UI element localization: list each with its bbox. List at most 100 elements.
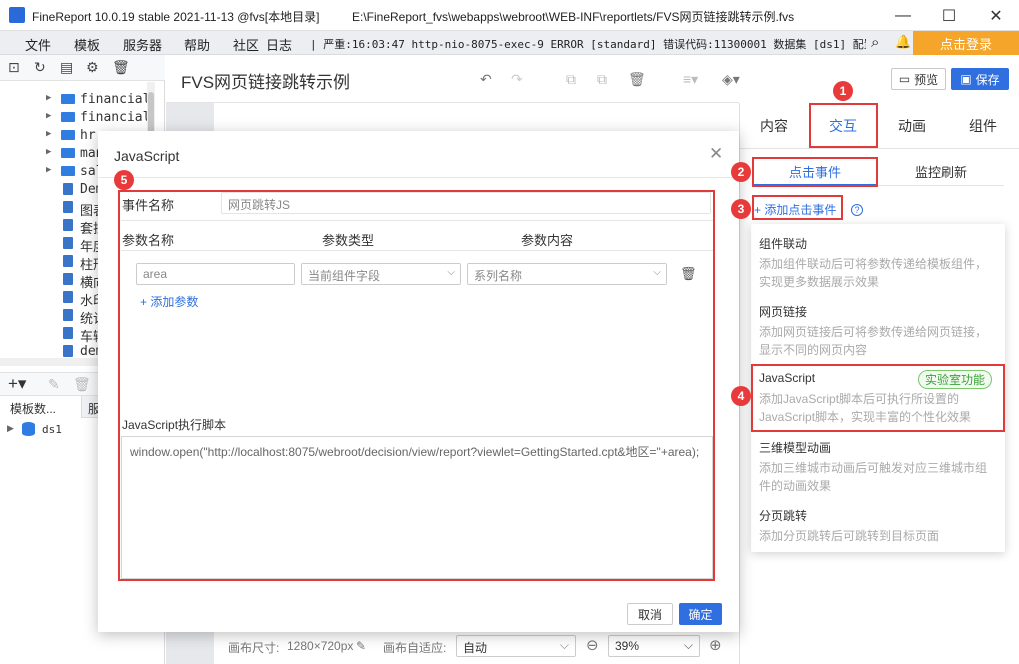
edit-icon[interactable]: ✎ (48, 376, 60, 393)
event-desc-web-link: 添加网页链接后可将参数传递给网页链接，显示不同的网页内容 (759, 325, 988, 357)
preview-button[interactable]: ▭ 预览 (891, 68, 946, 90)
save-label: 保存 (975, 72, 1000, 87)
search-icon[interactable]: ⌕ (871, 34, 879, 51)
expand-arrow-icon[interactable]: ▶ (46, 147, 51, 157)
document-title: FVS网页链接跳转示例 (181, 73, 351, 92)
delete-icon[interactable]: 🗑 (112, 59, 130, 76)
subtab-monitor-refresh[interactable]: 监控刷新 (878, 158, 1004, 186)
template-icon[interactable]: ▤ (60, 59, 73, 76)
cancel-button[interactable]: 取消 (627, 603, 673, 625)
database-icon (22, 422, 35, 436)
expand-arrow-icon[interactable]: ▶ (46, 129, 51, 139)
maximize-button[interactable]: ☐ (926, 0, 972, 31)
edit-size-icon[interactable]: ✎ (356, 639, 366, 653)
notification-bell-icon[interactable]: 🔔 (895, 34, 911, 50)
highlight-click-event (752, 157, 878, 187)
event-title-web-link[interactable]: 网页链接 (759, 303, 807, 320)
report-file-icon (63, 309, 73, 321)
report-file-icon (63, 327, 73, 339)
report-file-icon (63, 291, 73, 303)
tree-item-label: financial2 (80, 110, 147, 125)
highlight-add-event (752, 195, 843, 220)
folder-icon (61, 166, 75, 176)
close-window-button[interactable]: ✕ (973, 0, 1019, 31)
menu-bar: 文件 模板 服务器 帮助 社区 日志 | 严重:16:03:47 http-ni… (0, 31, 1019, 55)
report-file-icon (63, 201, 73, 213)
tree-item-label: hr (80, 128, 96, 143)
delete-widget-icon[interactable]: 🗑 (628, 71, 646, 88)
ok-button[interactable]: 确定 (679, 603, 722, 625)
highlight-interaction-tab (809, 103, 878, 148)
save-button[interactable]: ▣ 保存 (951, 68, 1009, 90)
preview-label: 预览 (914, 72, 939, 87)
highlight-javascript-option (751, 364, 1005, 432)
tab-component[interactable]: 组件 (947, 103, 1019, 149)
menu-server[interactable]: 服务器 (123, 35, 162, 54)
canvas-status-bar: 画布尺寸: 1280×720px ✎ 画布自适应: 自动 ⌵ ⊖ 39% ⌵ ⊕ (214, 630, 739, 664)
help-icon[interactable]: ? (851, 204, 863, 216)
tab-template-dataset[interactable]: 模板数... (0, 396, 82, 418)
canvas-adapt-value: 自动 (463, 641, 488, 655)
redo-icon[interactable]: ↷ (511, 71, 523, 88)
tree-item[interactable]: ▶ financial (0, 90, 147, 108)
title-bar: FineReport 10.0.19 stable 2021-11-13 @fv… (0, 0, 1019, 31)
login-button[interactable]: 点击登录 (913, 31, 1019, 55)
minimize-button[interactable]: — (880, 0, 926, 31)
tree-item-label: financial (80, 92, 147, 107)
event-desc-page-jump: 添加分页跳转后可跳转到目标页面 (759, 529, 940, 543)
expand-arrow-icon[interactable]: ▶ (7, 423, 14, 434)
zoom-out-icon[interactable]: ⊖ (586, 636, 599, 654)
menu-help[interactable]: 帮助 (184, 35, 210, 54)
expand-arrow-icon[interactable]: ▶ (46, 93, 51, 103)
add-dataset-icon[interactable]: +▾ (8, 374, 26, 394)
report-file-icon (63, 183, 73, 195)
event-title-linkage[interactable]: 组件联动 (759, 235, 807, 252)
window-title: FineReport 10.0.19 stable 2021-11-13 @fv… (32, 10, 320, 24)
event-title-3d-animation[interactable]: 三维模型动画 (759, 439, 831, 456)
tree-item[interactable]: ▶ financial2 (0, 108, 147, 126)
undo-icon[interactable]: ↶ (480, 71, 492, 88)
step-badge-4: 4 (731, 386, 751, 406)
settings-icon[interactable]: ⚙ (86, 59, 99, 76)
log-ticker[interactable]: | 严重:16:03:47 http-nio-8075-exec-9 ERROR… (310, 36, 866, 52)
save-icon: ▣ (960, 72, 972, 86)
canvas-adapt-select[interactable]: 自动 ⌵ (456, 635, 576, 657)
zoom-value: 39% (615, 639, 640, 653)
menu-file[interactable]: 文件 (25, 35, 51, 54)
dialog-close-icon[interactable]: ✕ (709, 144, 723, 164)
tab-content[interactable]: 内容 (739, 103, 809, 149)
menu-community[interactable]: 社区 (233, 35, 259, 54)
event-desc-3d-animation: 添加三维城市动画后可触发对应三维城市组件的动画效果 (759, 461, 988, 493)
folder-icon (61, 130, 75, 140)
canvas-size-label: 画布尺寸: (228, 641, 280, 655)
canvas-adapt-label: 画布自适应: (383, 641, 447, 655)
monitor-icon: ▭ (898, 72, 911, 86)
new-folder-icon[interactable]: ⊡ (8, 59, 20, 76)
expand-arrow-icon[interactable]: ▶ (46, 111, 51, 121)
dialog-title: JavaScript (114, 148, 180, 164)
chevron-down-icon: ⌵ (683, 638, 693, 652)
canvas-size-value: 1280×720px (287, 639, 354, 653)
delete-dataset-icon[interactable]: 🗑 (73, 376, 91, 393)
folder-icon (61, 112, 75, 122)
expand-arrow-icon[interactable]: ▶ (46, 165, 51, 175)
folder-icon (61, 94, 75, 104)
zoom-in-icon[interactable]: ⊕ (709, 636, 722, 654)
zoom-select[interactable]: 39% ⌵ (608, 635, 700, 657)
menu-log[interactable]: 日志 (266, 35, 292, 54)
dataset-name: ds1 (42, 423, 62, 436)
align-icon[interactable]: ≡▾ (683, 71, 698, 88)
report-file-icon (63, 237, 73, 249)
report-file-icon (63, 255, 73, 267)
report-file-icon (63, 219, 73, 231)
layer-icon[interactable]: ◈▾ (722, 71, 740, 88)
event-title-page-jump[interactable]: 分页跳转 (759, 507, 807, 524)
step-badge-2: 2 (731, 162, 751, 182)
copy-icon[interactable]: ⧉ (566, 71, 576, 88)
file-path: E:\FineReport_fvs\webapps\webroot\WEB-IN… (352, 10, 795, 24)
refresh-icon[interactable]: ↻ (34, 59, 46, 76)
tab-animation[interactable]: 动画 (877, 103, 947, 149)
highlight-dialog-form (118, 190, 715, 581)
paste-icon[interactable]: ⧉ (597, 71, 607, 88)
menu-template[interactable]: 模板 (74, 35, 100, 54)
